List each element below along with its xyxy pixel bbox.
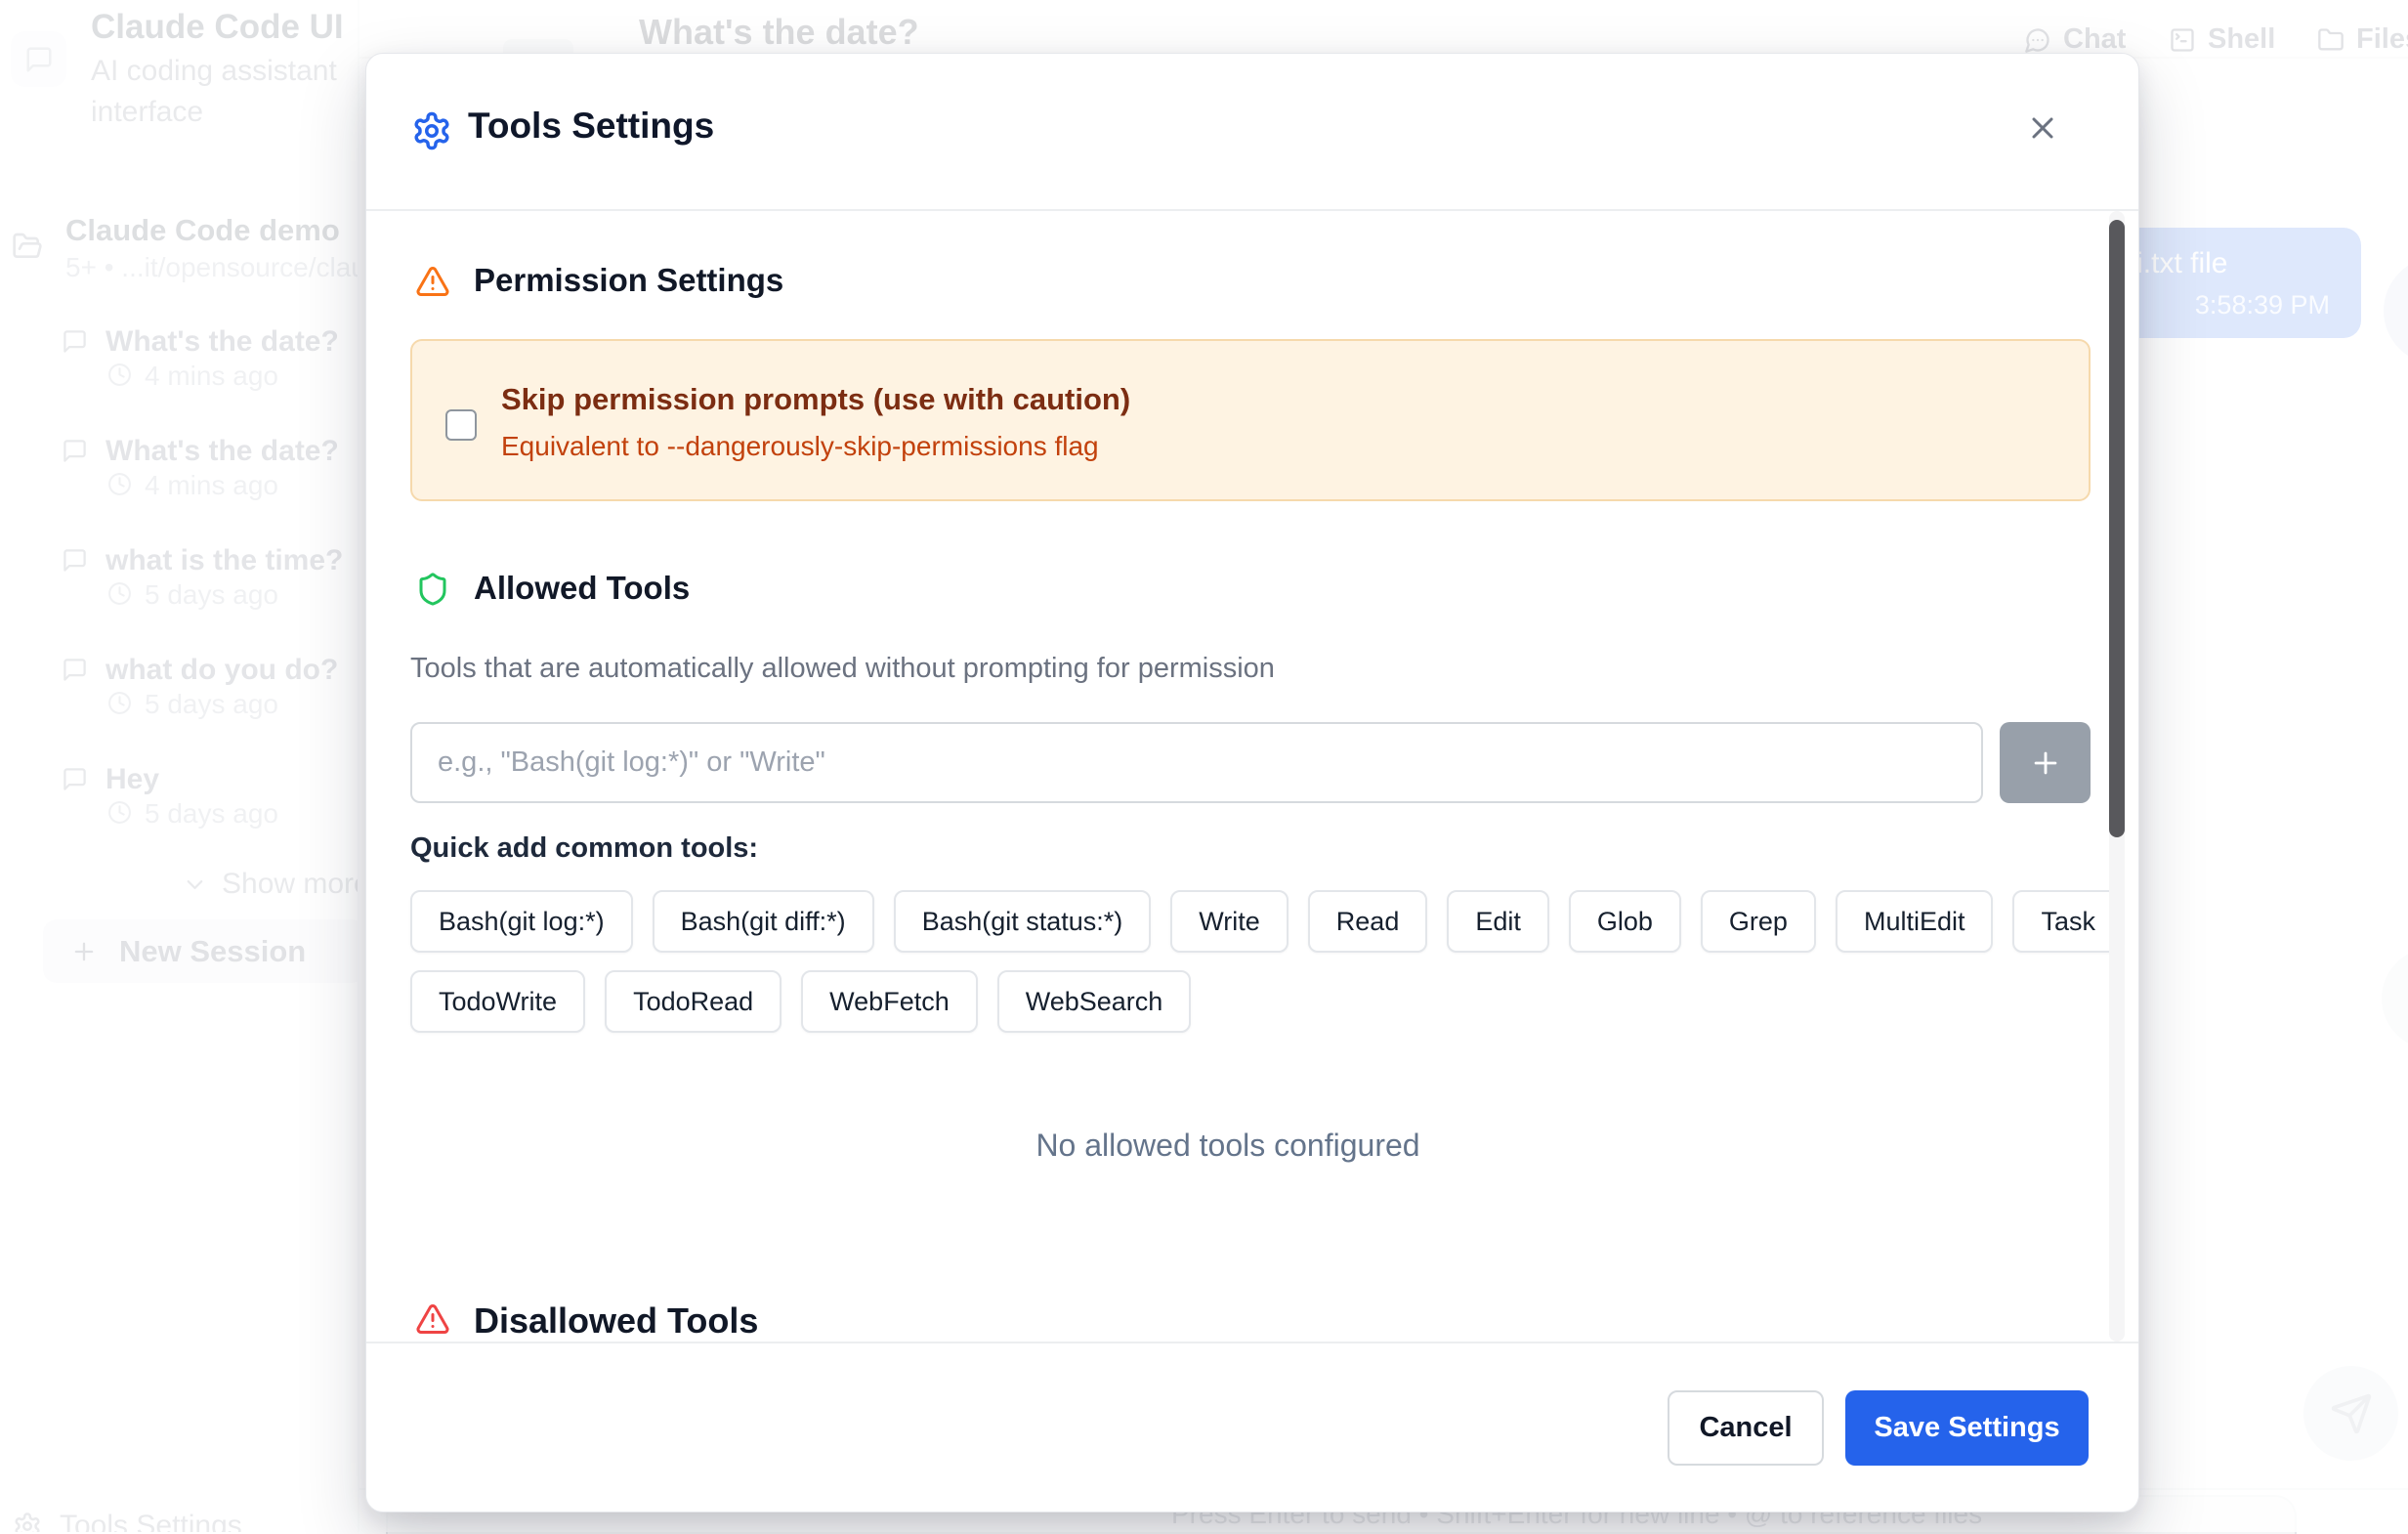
- allowed-tools-title: Allowed Tools: [474, 570, 690, 607]
- allowed-tool-input[interactable]: [410, 722, 1983, 803]
- skip-permissions-checkbox[interactable]: [445, 409, 477, 441]
- quick-tool-chip[interactable]: MultiEdit: [1836, 890, 1994, 953]
- tools-settings-modal: Tools Settings Permission Settings Skip …: [365, 53, 2139, 1513]
- skip-permissions-sublabel: Equivalent to --dangerously-skip-permiss…: [501, 431, 1099, 462]
- modal-scrollbar[interactable]: [2109, 211, 2125, 1342]
- modal-footer: Cancel Save Settings: [366, 1342, 2138, 1512]
- quick-tool-chip[interactable]: WebSearch: [997, 970, 1192, 1033]
- quick-tool-chip[interactable]: TodoRead: [605, 970, 782, 1033]
- quick-tool-chip[interactable]: Bash(git log:*): [410, 890, 633, 953]
- quick-tool-chip[interactable]: TodoWrite: [410, 970, 585, 1033]
- close-button[interactable]: [2015, 101, 2070, 155]
- quick-tools-row-2: TodoWrite TodoRead WebFetch WebSearch: [410, 970, 1191, 1033]
- save-settings-button[interactable]: Save Settings: [1845, 1390, 2089, 1466]
- permission-settings-title: Permission Settings: [474, 262, 783, 299]
- modal-title: Tools Settings: [468, 106, 714, 147]
- quick-tool-chip[interactable]: Glob: [1569, 890, 1681, 953]
- skip-permissions-panel: Skip permission prompts (use with cautio…: [410, 339, 2091, 501]
- quick-tool-chip[interactable]: Bash(git diff:*): [653, 890, 874, 953]
- quick-tool-chip[interactable]: Grep: [1701, 890, 1816, 953]
- quick-tool-chip[interactable]: Edit: [1447, 890, 1549, 953]
- plus-icon: [2029, 746, 2062, 780]
- quick-tools-row-1: Bash(git log:*) Bash(git diff:*) Bash(gi…: [410, 890, 2124, 953]
- no-allowed-tools-message: No allowed tools configured: [366, 1128, 2090, 1164]
- disallowed-tools-title: Disallowed Tools: [474, 1300, 758, 1342]
- quick-tool-chip[interactable]: Read: [1308, 890, 1428, 953]
- scrollbar-thumb[interactable]: [2109, 220, 2125, 837]
- allowed-tools-description: Tools that are automatically allowed wit…: [410, 653, 1275, 685]
- modal-body: Permission Settings Skip permission prom…: [366, 211, 2138, 1342]
- warning-triangle-icon: [415, 1301, 450, 1337]
- add-tool-button[interactable]: [2000, 722, 2091, 803]
- shield-icon: [415, 572, 450, 607]
- gear-icon: [411, 110, 452, 151]
- quick-add-label: Quick add common tools:: [410, 832, 758, 865]
- close-icon: [2025, 110, 2060, 146]
- quick-tool-chip[interactable]: Write: [1170, 890, 1288, 953]
- quick-tool-chip[interactable]: Task: [2012, 890, 2124, 953]
- quick-tool-chip[interactable]: WebFetch: [801, 970, 978, 1033]
- quick-tool-chip[interactable]: Bash(git status:*): [894, 890, 1152, 953]
- skip-permissions-label: Skip permission prompts (use with cautio…: [501, 382, 1130, 417]
- cancel-button[interactable]: Cancel: [1668, 1390, 1824, 1466]
- warning-triangle-icon: [415, 264, 450, 299]
- modal-header: Tools Settings: [366, 54, 2138, 211]
